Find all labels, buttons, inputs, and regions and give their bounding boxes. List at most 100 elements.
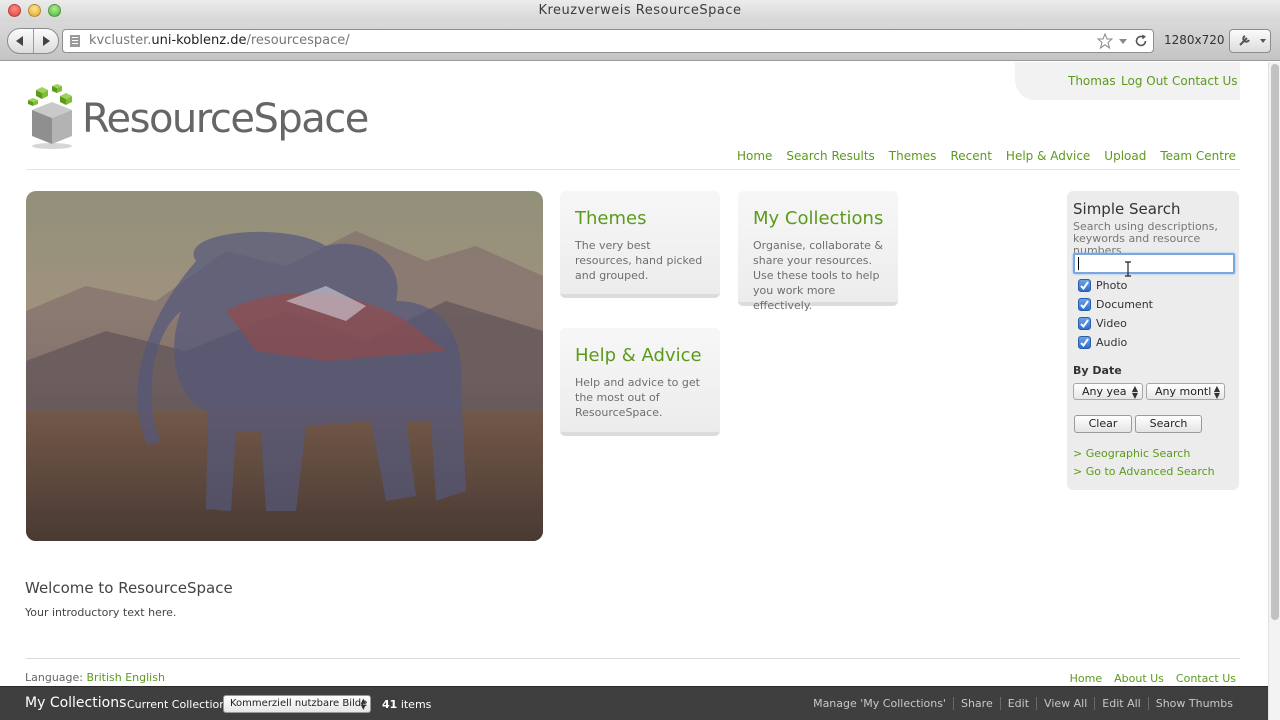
nav-upload[interactable]: Upload	[1104, 149, 1146, 163]
window-title: Kreuzverweis ResourceSpace	[538, 3, 742, 18]
checkmark-icon	[1080, 281, 1089, 291]
video-checkbox[interactable]	[1078, 317, 1091, 330]
hero-slideshow-image	[26, 191, 543, 541]
resolution-label: 1280x720	[1164, 33, 1225, 47]
main-navigation: Home Search Results Themes Recent Help &…	[737, 149, 1236, 163]
reload-icon[interactable]	[1133, 33, 1149, 49]
current-collection-select[interactable]: Kommerziell nutzbare Bilde ▲ ▼	[223, 695, 371, 713]
clear-button[interactable]: Clear	[1074, 415, 1132, 433]
collection-bar-title[interactable]: My Collections	[25, 695, 126, 711]
search-input[interactable]	[1073, 253, 1235, 274]
collection-bar: My Collections Current Collection: Komme…	[0, 686, 1268, 720]
text-caret	[1078, 257, 1079, 270]
footer-about-link[interactable]: About Us	[1114, 672, 1164, 685]
photo-label: Photo	[1096, 279, 1128, 292]
zoom-window-button[interactable]	[48, 4, 61, 17]
edit-link[interactable]: Edit	[999, 697, 1036, 710]
type-video-checkbox-row[interactable]: Video	[1078, 317, 1127, 330]
nav-search-results[interactable]: Search Results	[786, 149, 874, 163]
close-window-button[interactable]	[8, 4, 21, 17]
username-link[interactable]: Thomas	[1068, 74, 1116, 88]
simple-search-panel: Simple Search Search using descriptions,…	[1067, 191, 1239, 490]
url-domain: uni-koblenz.de	[151, 33, 247, 48]
window-titlebar: Kreuzverweis ResourceSpace	[0, 0, 1280, 22]
forward-button[interactable]	[32, 29, 59, 53]
item-count-number: 41	[382, 698, 398, 711]
collections-tile-text: Organise, collaborate & share your resou…	[753, 239, 883, 312]
footer-navigation: Home About Us Contact Us	[1070, 672, 1236, 685]
type-photo-checkbox-row[interactable]: Photo	[1078, 279, 1127, 292]
edit-all-link[interactable]: Edit All	[1094, 697, 1147, 710]
by-date-label: By Date	[1073, 364, 1122, 377]
view-all-link[interactable]: View All	[1036, 697, 1094, 710]
nav-help-advice[interactable]: Help & Advice	[1006, 149, 1090, 163]
header-divider	[26, 169, 1240, 170]
year-select[interactable]: Any yea ▲ ▼	[1073, 383, 1143, 400]
contact-us-link[interactable]: Contact Us	[1172, 74, 1238, 88]
language-value-link[interactable]: British English	[87, 671, 165, 684]
intro-text: Your introductory text here.	[25, 606, 177, 619]
show-thumbs-link[interactable]: Show Thumbs	[1147, 697, 1240, 710]
simple-search-title: Simple Search	[1073, 200, 1181, 218]
current-collection-value: Kommerziell nutzbare Bilde	[230, 698, 368, 709]
footer-home-link[interactable]: Home	[1070, 672, 1102, 685]
resourcespace-logo[interactable]: ResourceSpace	[26, 82, 369, 154]
address-bar-icons	[1097, 33, 1149, 49]
search-button[interactable]: Search	[1135, 415, 1202, 433]
my-collections-tile[interactable]: My Collections Organise, collaborate & s…	[738, 191, 898, 312]
url-prefix: kvcluster.	[89, 33, 152, 48]
nav-recent[interactable]: Recent	[950, 149, 991, 163]
language-selector: Language: British English	[25, 671, 165, 684]
type-audio-checkbox-row[interactable]: Audio	[1078, 336, 1127, 349]
welcome-title: Welcome to ResourceSpace	[25, 579, 233, 597]
forward-arrow-icon	[42, 36, 50, 46]
nav-home[interactable]: Home	[737, 149, 772, 163]
language-label: Language:	[25, 671, 83, 684]
url-path: /resourcespace/	[246, 33, 350, 48]
footer-divider	[26, 658, 1240, 659]
elephant-landscape-image	[26, 191, 543, 541]
select-arrows-icon: ▲ ▼	[360, 697, 366, 711]
address-bar[interactable]: kvcluster.uni-koblenz.de/resourcespace/	[62, 29, 1154, 53]
footer-contact-link[interactable]: Contact Us	[1176, 672, 1236, 685]
current-collection-label: Current Collection:	[127, 698, 230, 711]
settings-menu-button[interactable]	[1229, 29, 1271, 53]
bookmark-star-icon[interactable]	[1097, 33, 1113, 49]
month-select[interactable]: Any montl ▲ ▼	[1146, 383, 1225, 400]
themes-tile[interactable]: Themes The very best resources, hand pic…	[560, 191, 720, 298]
document-label: Document	[1096, 298, 1153, 311]
advanced-search-link[interactable]: > Go to Advanced Search	[1073, 465, 1215, 478]
back-arrow-icon	[16, 36, 24, 46]
manage-collections-link[interactable]: Manage 'My Collections'	[806, 697, 953, 710]
scrollbar-thumb[interactable]	[1271, 64, 1279, 620]
help-tile-text: Help and advice to get the most out of R…	[575, 376, 700, 419]
month-select-value: Any montl	[1155, 385, 1212, 398]
audio-checkbox[interactable]	[1078, 336, 1091, 349]
minimize-window-button[interactable]	[28, 4, 41, 17]
url-dropdown-icon[interactable]	[1118, 33, 1128, 49]
wrench-icon	[1239, 35, 1266, 46]
page-icon	[70, 35, 80, 47]
video-label: Video	[1096, 317, 1127, 330]
item-count-suffix: items	[400, 698, 432, 711]
page-scrollbar[interactable]	[1268, 62, 1280, 720]
logout-link[interactable]: Log Out	[1121, 74, 1168, 88]
user-links-box: Thomas Log Out Contact Us	[1015, 62, 1240, 100]
document-checkbox[interactable]	[1078, 298, 1091, 311]
checkmark-icon	[1080, 319, 1089, 329]
geographic-search-link[interactable]: > Geographic Search	[1073, 447, 1190, 460]
collection-actions: Manage 'My Collections' Share Edit View …	[806, 697, 1240, 710]
checkmark-icon	[1080, 338, 1089, 348]
nav-team-centre[interactable]: Team Centre	[1160, 149, 1236, 163]
select-arrows-icon: ▲ ▼	[1131, 384, 1138, 400]
share-link[interactable]: Share	[952, 697, 1000, 710]
help-advice-tile[interactable]: Help & Advice Help and advice to get the…	[560, 328, 720, 436]
type-document-checkbox-row[interactable]: Document	[1078, 298, 1153, 311]
photo-checkbox[interactable]	[1078, 279, 1091, 292]
collections-tile-title: My Collections	[753, 208, 884, 229]
year-select-value: Any yea	[1082, 385, 1127, 398]
back-button[interactable]	[8, 29, 33, 53]
themes-tile-text: The very best resources, hand picked and…	[575, 239, 703, 282]
nav-themes[interactable]: Themes	[889, 149, 937, 163]
browser-toolbar: kvcluster.uni-koblenz.de/resourcespace/ …	[0, 22, 1280, 61]
